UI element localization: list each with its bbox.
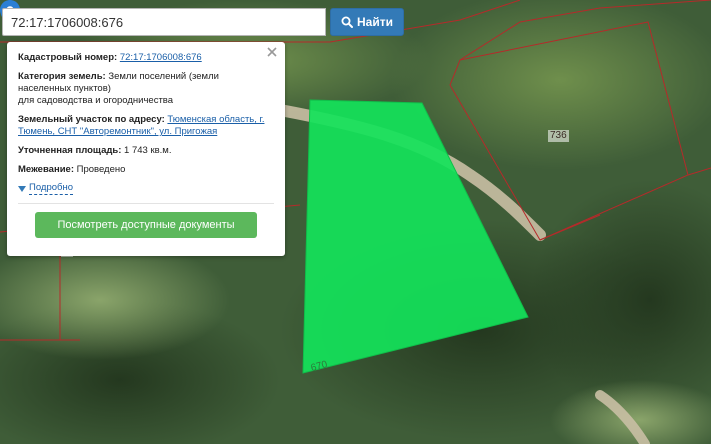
land-use-value: для садоводства и огородничества	[18, 95, 174, 106]
search-icon	[341, 16, 353, 28]
cadastral-number-label: Кадастровый номер:	[18, 52, 118, 63]
area-value: 1 743 кв.м.	[124, 145, 172, 156]
address-row: Земельный участок по адресу: Тюменская о…	[18, 114, 274, 138]
view-documents-button[interactable]: Посмотреть доступные документы	[35, 212, 257, 238]
divider	[18, 203, 274, 204]
address-label: Земельный участок по адресу:	[18, 114, 165, 125]
search-button[interactable]: Найти	[330, 8, 404, 36]
search-input[interactable]	[2, 8, 326, 36]
parcel-info-popup: Кадастровый номер: 72:17:1706008:676 Кат…	[7, 42, 285, 256]
plot-label-736: 736	[548, 130, 569, 142]
close-icon[interactable]	[266, 46, 278, 58]
survey-row: Межевание: Проведено	[18, 164, 274, 176]
land-category-row: Категория земель: Земли поселений (земли…	[18, 71, 274, 107]
land-category-label: Категория земель:	[18, 71, 106, 82]
survey-label: Межевание:	[18, 164, 74, 175]
search-button-label: Найти	[357, 15, 393, 29]
chevron-down-icon	[18, 185, 26, 192]
cadastral-number-link[interactable]: 72:17:1706008:676	[120, 52, 202, 63]
cadastral-number-row: Кадастровый номер: 72:17:1706008:676	[18, 52, 274, 64]
area-row: Уточненная площадь: 1 743 кв.м.	[18, 145, 274, 157]
area-label: Уточненная площадь:	[18, 145, 122, 156]
details-link[interactable]: Подробно	[29, 182, 73, 195]
details-toggle[interactable]: Подробно	[18, 182, 274, 195]
survey-value: Проведено	[76, 164, 126, 175]
search-bar: Найти	[2, 8, 404, 36]
